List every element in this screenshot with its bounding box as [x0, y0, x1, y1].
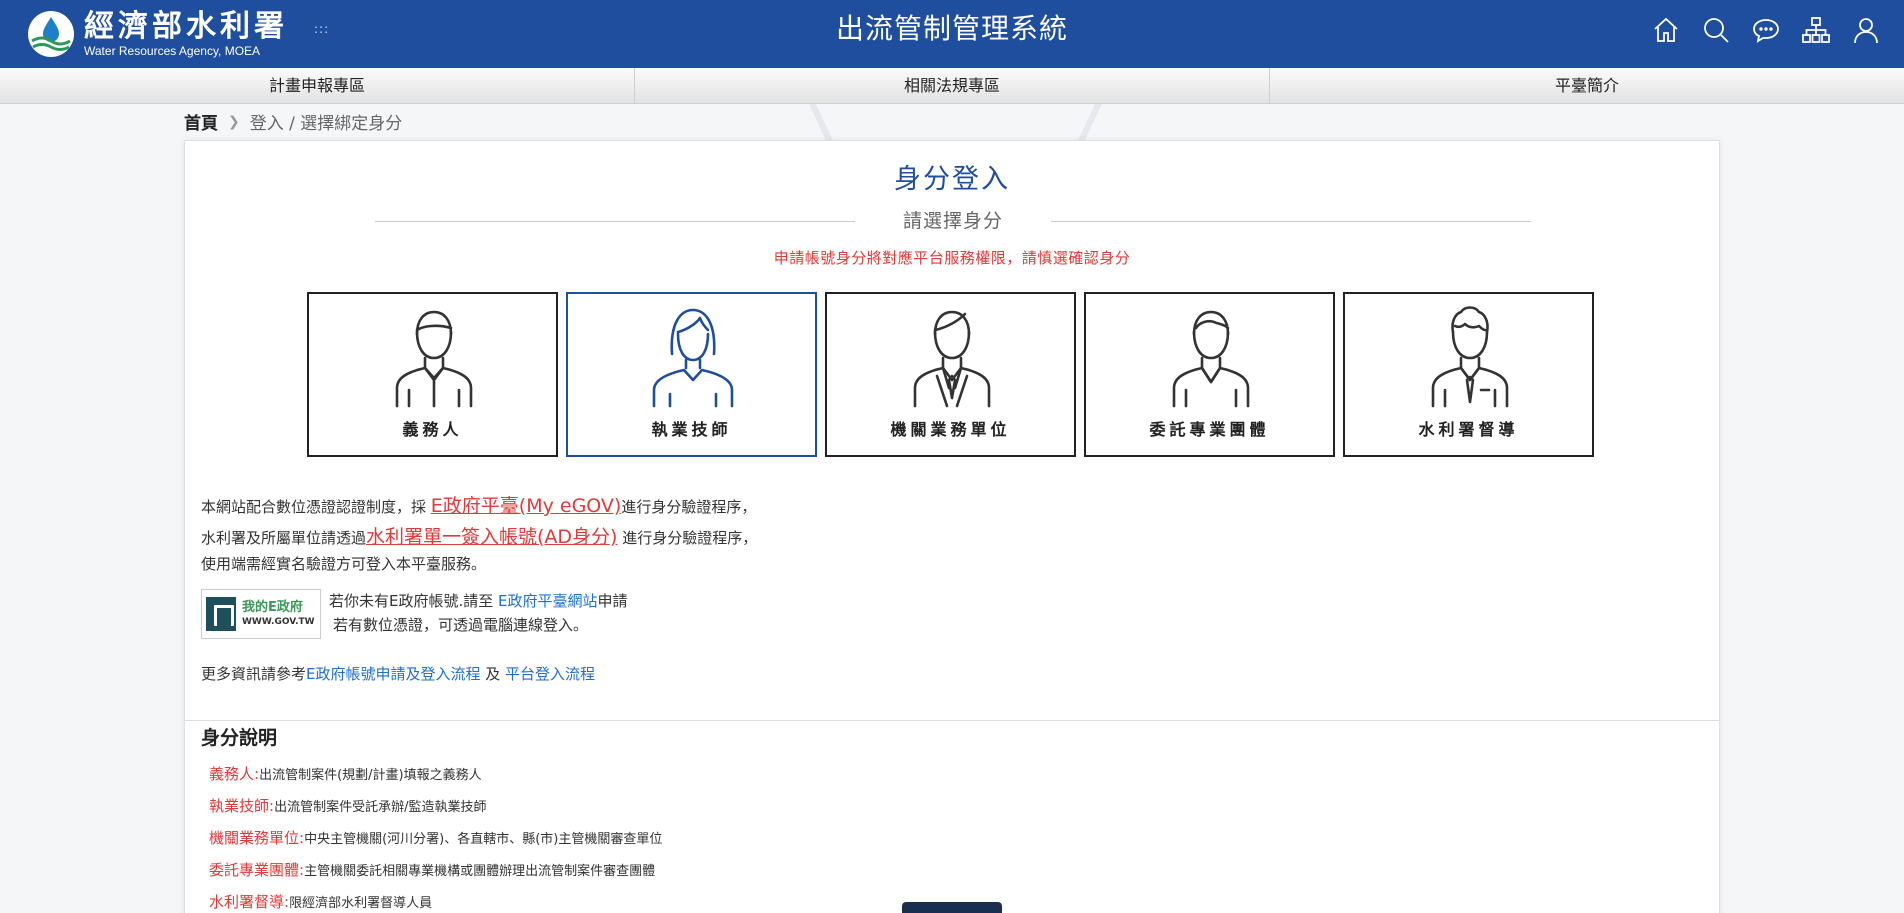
role-desc: 主管機關委託相關專業機構或團體辦理出流管制案件審查團體: [304, 864, 656, 879]
breadcrumb-current: 登入 / 選擇綁定身分: [249, 114, 403, 134]
warning-text: 申請帳號身分將對應平台服務權限，請慎選確認身分: [773, 249, 1131, 267]
role-label: 義務人: [402, 420, 463, 439]
breadcrumb-home[interactable]: 首頁: [184, 109, 218, 134]
role-description-title: 身分說明: [201, 727, 278, 749]
nav-item-plan-report[interactable]: 計畫申報專區: [0, 68, 635, 103]
egov-logo-icon: [206, 597, 236, 631]
list-item: 義務人:出流管制案件(規劃/計畫)填報之義務人: [209, 758, 662, 790]
role-key: 義務人:: [209, 765, 260, 783]
egov-badge[interactable]: 我的E政府 WWW.GOV.TW: [201, 589, 321, 639]
info-text: 進行身分驗證程序，: [617, 529, 758, 547]
role-desc: 出流管制案件受託承辦/監造執業技師: [274, 800, 487, 815]
role-key: 執業技師:: [209, 797, 275, 815]
site-title: 出流管制管理系統: [835, 12, 1068, 45]
chat-icon[interactable]: [1750, 14, 1782, 46]
divider: [1051, 221, 1531, 222]
logo-english-name: Water Resources Agency, MOEA: [84, 44, 261, 58]
role-desc: 限經濟部水利署督導人員: [289, 896, 433, 911]
list-item: 執業技師:出流管制案件受託承辦/監造執業技師: [209, 790, 662, 822]
info-text: 進行身分驗證程序，: [621, 498, 757, 516]
role-key: 委託專業團體:: [209, 861, 305, 879]
obligor-person-icon: [395, 310, 473, 408]
role-label: 委託專業團體: [1149, 420, 1270, 439]
egov-text: 申請: [597, 592, 628, 610]
header-icon-bar: [1650, 14, 1882, 46]
role-option-agency-unit[interactable]: 機關業務單位: [825, 292, 1076, 457]
role-option-wra-supervisor[interactable]: 水利署督導: [1343, 292, 1594, 457]
agency-unit-person-icon: [913, 310, 991, 408]
egov-instructions: 若你未有E政府帳號.請至 E政府平臺網站申請 若有數位憑證，可透過電腦連線登入。: [329, 589, 628, 639]
role-key: 機關業務單位:: [209, 829, 305, 847]
role-desc: 出流管制案件(規劃/計畫)填報之義務人: [259, 768, 482, 783]
info-line: 本網站配合數位憑證認證制度，採 E政府平臺(My eGOV)進行身分驗證程序，: [201, 491, 757, 522]
role-option-engineer[interactable]: 執業技師: [566, 292, 817, 457]
more-text: 更多資訊請參考: [201, 665, 307, 683]
entrusted-group-person-icon: [1172, 310, 1250, 408]
main-nav: 計畫申報專區 相關法規專區 平臺簡介: [0, 68, 1904, 104]
user-icon[interactable]: [1850, 14, 1882, 46]
home-icon[interactable]: [1650, 14, 1682, 46]
egov-badge-url: WWW.GOV.TW: [242, 617, 315, 627]
role-label: 機關業務單位: [890, 420, 1011, 439]
breadcrumb: 首頁 ❯ 登入 / 選擇綁定身分: [184, 109, 403, 135]
more-info: 更多資訊請參考E政府帳號申請及登入流程 及 平台登入流程: [201, 659, 595, 689]
supervisor-person-icon: [1431, 306, 1509, 408]
role-options: 義務人 執業技師 機關業務單位 委託專業團體 水利署督導: [307, 292, 1594, 457]
role-key: 水利署督導:: [209, 893, 290, 911]
login-card: 身分登入 請選擇身分 申請帳號身分將對應平台服務權限，請慎選確認身分 義務人 執…: [184, 140, 1720, 913]
list-item: 水利署督導:限經濟部水利署督導人員: [209, 886, 662, 913]
sitemap-icon[interactable]: [1800, 14, 1832, 46]
role-option-entrusted-group[interactable]: 委託專業團體: [1084, 292, 1335, 457]
egov-section: 我的E政府 WWW.GOV.TW 若你未有E政府帳號.請至 E政府平臺網站申請 …: [201, 589, 628, 639]
egov-apply-flow-link[interactable]: E政府帳號申請及登入流程: [306, 665, 480, 683]
page-title: 身分登入: [894, 164, 1010, 195]
more-text: 及: [480, 665, 506, 683]
info-line: 水利署及所屬單位請透過水利署單一簽入帳號(AD身分) 進行身分驗證程序，: [201, 522, 757, 553]
egov-platform-link[interactable]: E政府平臺(My eGOV): [431, 495, 622, 517]
ad-login-link[interactable]: 水利署單一簽入帳號(AD身分): [366, 526, 617, 548]
role-label: 執業技師: [651, 420, 732, 439]
egov-website-link[interactable]: E政府平臺網站: [498, 592, 597, 610]
list-item: 委託專業團體:主管機關委託相關專業機構或團體辦理出流管制案件審查團體: [209, 854, 662, 886]
role-desc: 中央主管機關(河川分署)、各直轄市、縣(市)主管機關審查單位: [304, 832, 663, 847]
info-text: 本網站配合數位憑證認證制度，採: [201, 498, 431, 516]
nav-item-platform-intro[interactable]: 平臺簡介: [1270, 68, 1904, 103]
role-label: 水利署督導: [1418, 420, 1519, 439]
nav-item-regulations[interactable]: 相關法規專區: [635, 68, 1270, 103]
verification-info: 本網站配合數位憑證認證制度，採 E政府平臺(My eGOV)進行身分驗證程序， …: [201, 491, 757, 575]
list-item: 機關業務單位:中央主管機關(河川分署)、各直轄市、縣(市)主管機關審查單位: [209, 822, 662, 854]
role-description-list: 義務人:出流管制案件(規劃/計畫)填報之義務人 執業技師:出流管制案件受託承辦/…: [209, 758, 662, 913]
search-icon[interactable]: [1700, 14, 1732, 46]
role-option-obligor[interactable]: 義務人: [307, 292, 558, 457]
egov-cert-text: 若有數位憑證，可透過電腦連線登入。: [333, 616, 589, 634]
egov-text: 若你未有E政府帳號.請至: [329, 592, 499, 610]
divider: [185, 720, 1719, 721]
engineer-person-icon: [652, 308, 734, 408]
info-line: 使用端需經實名驗證方可登入本平臺服務。: [201, 555, 487, 573]
chevron-right-icon: ❯: [228, 113, 240, 130]
info-text: 水利署及所屬單位請透過: [201, 529, 367, 547]
subtitle-row: 請選擇身分: [375, 209, 1531, 233]
scroll-tab-button[interactable]: [902, 902, 1002, 913]
egov-badge-title: 我的E政府: [242, 600, 303, 615]
site-header: 經濟部水利署 Water Resources Agency, MOEA ::: …: [0, 0, 1904, 68]
platform-login-flow-link[interactable]: 平台登入流程: [505, 665, 595, 683]
